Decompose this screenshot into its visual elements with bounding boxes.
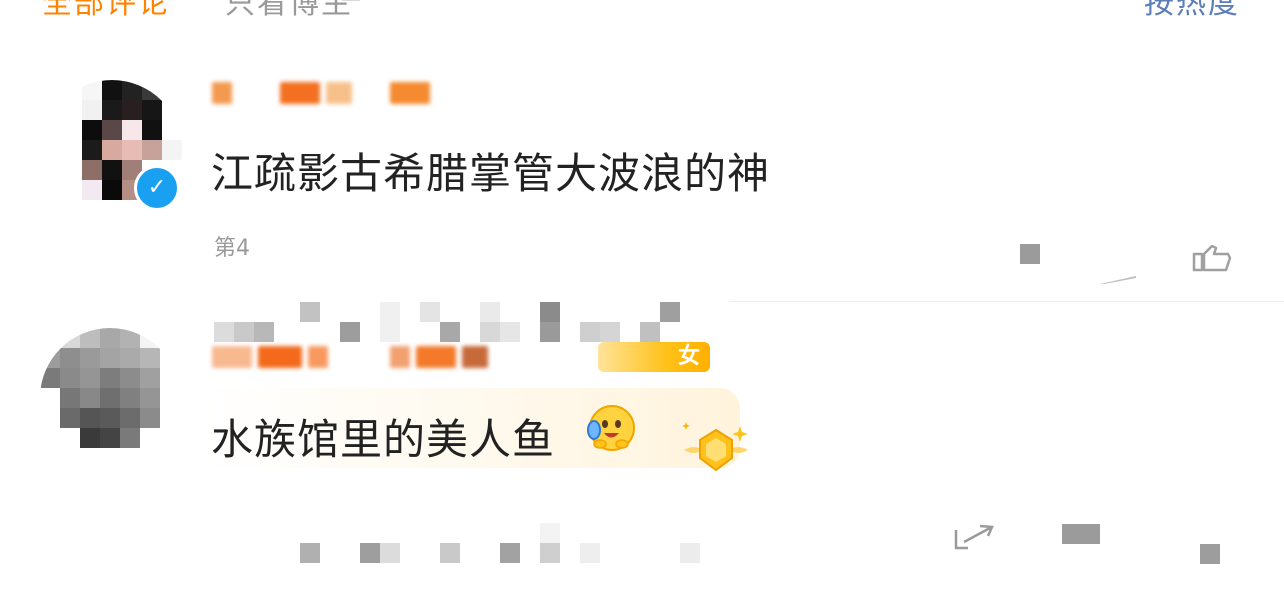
tab-indicator bbox=[342, 0, 360, 1]
like-icon[interactable] bbox=[1190, 242, 1234, 272]
username-block bbox=[280, 82, 320, 104]
tab-all-comments[interactable]: 全部评论 bbox=[42, 0, 170, 22]
username-block bbox=[334, 346, 384, 368]
username-blurred[interactable] bbox=[212, 76, 430, 110]
tab-author-only[interactable]: 只看博主 bbox=[225, 0, 353, 22]
comment-text: 水族馆里的美人鱼 bbox=[211, 415, 556, 464]
username-blurred[interactable] bbox=[212, 340, 488, 374]
hug-emoji-icon bbox=[587, 405, 635, 451]
comment-item: ✓ 江疏影古希腊掌管大波浪的神 第4 bbox=[0, 70, 1284, 342]
avatar[interactable] bbox=[40, 328, 180, 468]
comment-item: 女 水族馆里的美人鱼 bbox=[0, 318, 1284, 605]
comment-text: 江疏影古希腊掌管大波浪的神 bbox=[211, 149, 771, 198]
username-block bbox=[212, 82, 232, 104]
username-block bbox=[258, 346, 302, 368]
gold-rank-badge-icon bbox=[682, 422, 748, 472]
username-block bbox=[212, 346, 252, 368]
username-block bbox=[358, 82, 384, 104]
username-block bbox=[308, 346, 328, 368]
meta-mosaic bbox=[300, 523, 820, 563]
share-icon[interactable] bbox=[1096, 258, 1140, 288]
meta-mosaic-block bbox=[1020, 244, 1040, 264]
username-block bbox=[416, 346, 456, 368]
share-icon[interactable] bbox=[952, 522, 996, 552]
avatar-mosaic bbox=[40, 328, 180, 468]
like-icon[interactable] bbox=[1200, 544, 1220, 564]
comment-meta-text: 第4 bbox=[214, 236, 250, 261]
username-block bbox=[238, 82, 274, 104]
comment-filter-bar: 全部评论 只看博主 按热度 bbox=[0, 0, 1284, 21]
username-block bbox=[462, 346, 488, 368]
sort-by-hot[interactable]: 按热度 bbox=[1144, 0, 1240, 22]
member-level-text: 女 bbox=[678, 344, 701, 369]
username-block bbox=[390, 82, 430, 104]
verified-badge-icon: ✓ bbox=[134, 165, 180, 211]
username-block bbox=[326, 82, 352, 104]
member-level-badge: 女 bbox=[598, 342, 711, 372]
username-block bbox=[390, 346, 410, 368]
comment-divider bbox=[730, 301, 1284, 302]
comment-icon[interactable] bbox=[1060, 524, 1104, 554]
